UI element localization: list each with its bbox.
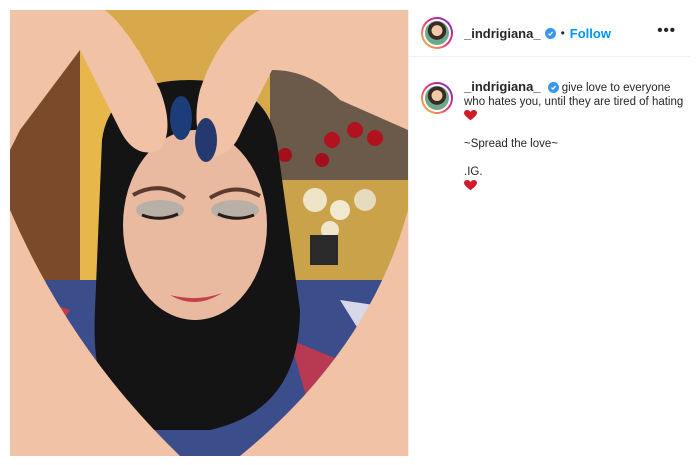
caption-text-line3: .IG. [464, 166, 483, 178]
photo-illustration [10, 10, 408, 456]
post-header: _indrigiana_ • Follow ••• [409, 10, 690, 57]
author-username[interactable]: _indrigiana_ [464, 26, 541, 41]
caption-username[interactable]: _indrigiana_ [464, 79, 541, 94]
caption-text-line2: ~Spread the love~ [464, 138, 558, 150]
caption-body: _indrigiana_ give love to everyone who h… [464, 80, 686, 193]
caption-avatar[interactable] [421, 82, 453, 114]
header-separator: • [560, 26, 565, 40]
red-heart-icon [464, 180, 477, 191]
author-avatar[interactable] [421, 17, 453, 49]
instagram-post-embed: _indrigiana_ • Follow ••• _indrigiana_ g… [0, 0, 700, 465]
follow-button[interactable]: Follow [570, 26, 611, 41]
more-options-icon[interactable]: ••• [657, 23, 676, 38]
panel-divider [408, 10, 409, 456]
verified-badge-icon [544, 27, 556, 39]
red-heart-icon [464, 110, 477, 121]
post-photo[interactable] [10, 10, 408, 456]
post-caption: _indrigiana_ give love to everyone who h… [421, 80, 686, 193]
verified-badge-icon [547, 82, 559, 93]
